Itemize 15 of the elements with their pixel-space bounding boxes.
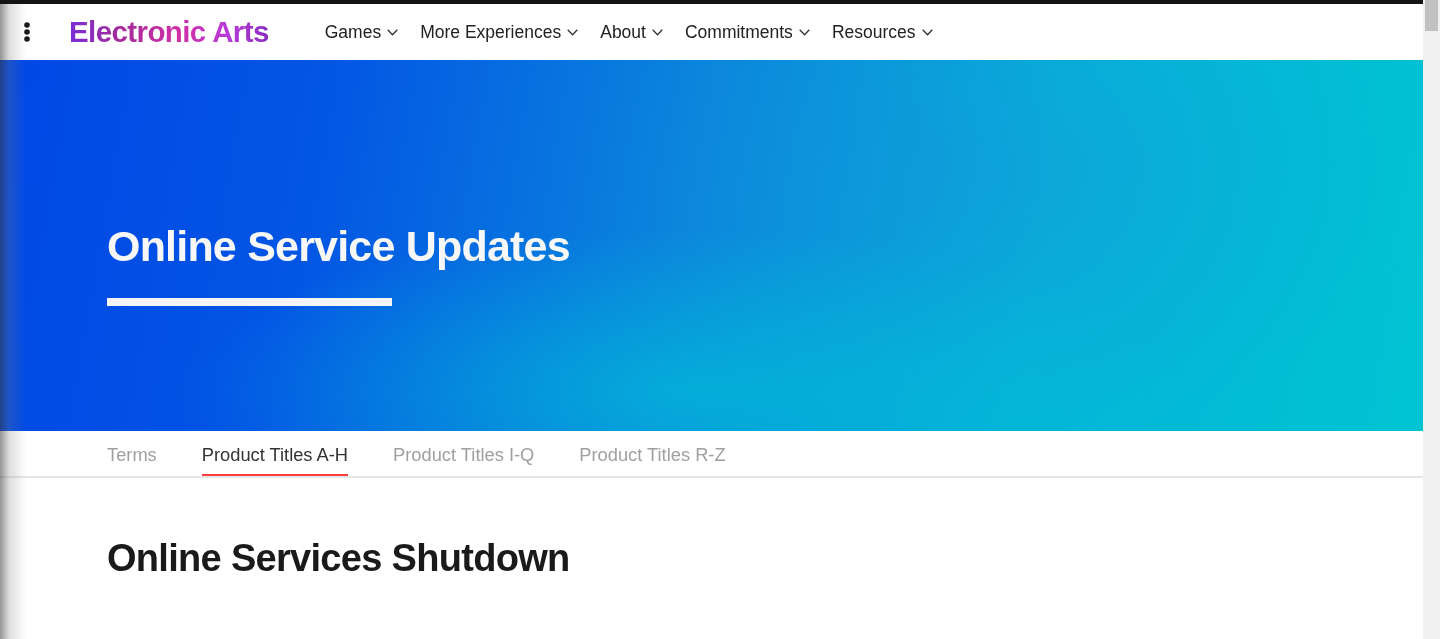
nav-menu-item[interactable]: Commitments [684, 18, 810, 46]
nav-menu-item[interactable]: More Experiences [420, 18, 579, 46]
chevron-down-icon [798, 28, 810, 36]
nav-menu-item[interactable]: About [600, 18, 663, 46]
hero-title: Online Service Updates [107, 221, 571, 272]
chevron-down-icon [567, 28, 579, 36]
tab[interactable]: Product Titles A-H [201, 431, 349, 476]
menu-icon[interactable] [21, 22, 33, 42]
chevron-down-icon [387, 28, 399, 36]
chevron-down-icon [651, 28, 663, 36]
scrollbar-thumb[interactable] [1425, 0, 1438, 31]
nav-menu-item[interactable]: Resources [831, 18, 933, 46]
chevron-down-icon [921, 28, 933, 36]
nav-menu-item[interactable]: Games [324, 18, 399, 46]
section-heading: Online Services Shutdown [107, 536, 571, 581]
